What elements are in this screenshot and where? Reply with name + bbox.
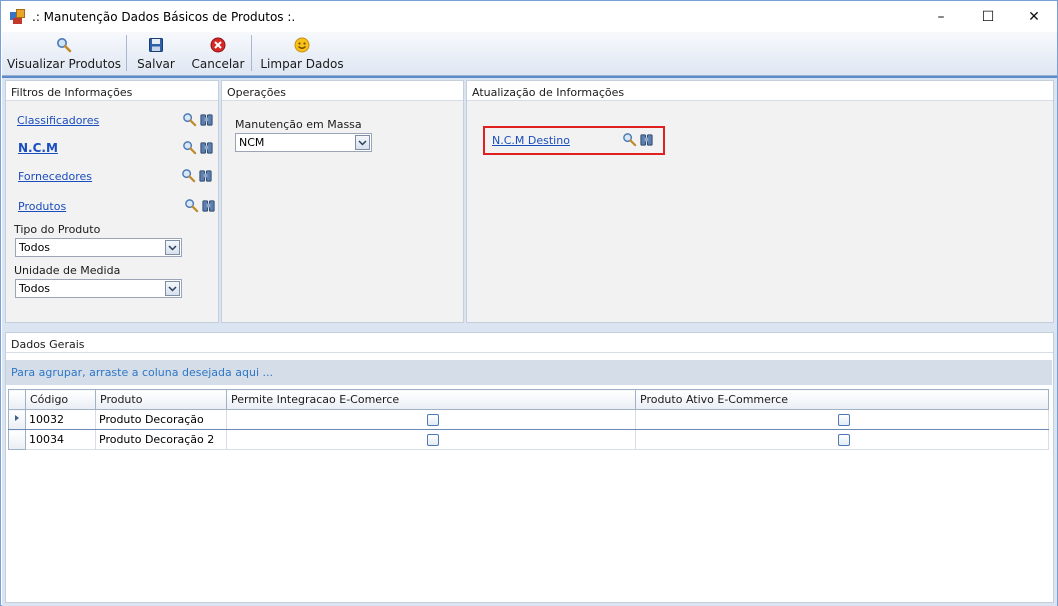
cell-codigo[interactable]: 10034 [25,429,96,450]
operations-panel: Operações Manutenção em Massa NCM [221,80,464,323]
app-icon [10,8,26,25]
unidade-medida-value: Todos [19,282,51,295]
classificadores-link[interactable]: Classificadores [17,114,99,127]
tipo-produto-value: Todos [19,241,51,254]
cancel-button[interactable]: Cancelar [185,32,251,76]
cancel-icon [210,37,226,53]
chevron-down-icon[interactable] [165,281,180,296]
cell-ativo[interactable] [635,409,1049,430]
operations-panel-body: Manutenção em Massa NCM [222,102,463,322]
unidade-medida-label: Unidade de Medida [14,264,121,277]
binoculars-icon[interactable] [198,168,213,186]
toolbar: Visualizar Produtos Salvar Cancelar Limp… [2,32,1057,76]
floppy-disk-icon [148,37,164,53]
tipo-produto-select[interactable]: Todos [15,238,182,257]
cell-integracao[interactable] [226,429,636,450]
clear-data-label: Limpar Dados [260,57,344,71]
view-products-button[interactable]: Visualizar Produtos [2,32,126,76]
cell-produto[interactable]: Produto Decoração [95,409,227,430]
close-button[interactable]: ✕ [1011,1,1057,32]
row-indicator[interactable] [8,429,26,450]
filters-panel-body: Classificadores N.C.M Fornecedores Produ… [6,102,218,322]
row-indicator-header [8,389,26,410]
search-icon[interactable] [181,168,196,186]
updates-panel: Atualização de Informações N.C.M Destino [466,80,1054,323]
integracao-checkbox[interactable] [426,413,439,426]
cell-integracao[interactable] [226,409,636,430]
fornecedores-actions [181,168,213,186]
integracao-checkbox[interactable] [426,433,439,446]
cell-ativo[interactable] [635,429,1049,450]
column-header-integracao[interactable]: Permite Integracao E-Comerce [226,389,636,410]
window-title: .: Manutenção Dados Básicos de Produtos … [32,9,296,24]
filters-panel: Filtros de Informações Classificadores N… [5,80,219,323]
unidade-medida-select[interactable]: Todos [15,279,182,298]
save-label: Salvar [137,57,175,71]
binoculars-icon[interactable] [639,132,654,150]
binoculars-icon[interactable] [201,198,216,216]
manutencao-massa-label: Manutenção em Massa [235,118,362,131]
table-row[interactable]: 10034 Produto Decoração 2 [8,429,1049,450]
search-icon[interactable] [182,112,197,130]
current-row-arrow-icon [15,415,19,421]
filters-panel-title: Filtros de Informações [6,81,218,101]
operations-panel-title: Operações [222,81,463,101]
ativo-checkbox[interactable] [837,413,850,426]
row-indicator[interactable] [8,409,26,430]
tipo-produto-label: Tipo do Produto [14,223,101,236]
ncm-actions [182,140,214,158]
updates-panel-body: N.C.M Destino [467,102,1053,322]
title-bar: .: Manutenção Dados Básicos de Produtos … [1,1,1057,32]
cancel-label: Cancelar [191,57,245,71]
view-products-label: Visualizar Produtos [6,57,122,71]
binoculars-icon[interactable] [199,140,214,158]
produtos-link[interactable]: Produtos [18,200,66,213]
updates-panel-title: Atualização de Informações [467,81,1053,101]
general-data-title: Dados Gerais [6,333,1053,353]
column-header-produto[interactable]: Produto [95,389,227,410]
smiley-icon [294,37,310,53]
manutencao-massa-value: NCM [239,136,265,149]
group-by-area[interactable]: Para agrupar, arraste a coluna desejada … [6,360,1052,385]
grid-header-row: Código Produto Permite Integracao E-Come… [8,389,1049,410]
column-header-codigo[interactable]: Código [25,389,96,410]
magnifier-icon [56,37,72,53]
ativo-checkbox[interactable] [837,433,850,446]
content-area: Filtros de Informações Classificadores N… [2,76,1057,606]
cell-codigo[interactable]: 10032 [25,409,96,430]
chevron-down-icon[interactable] [355,135,370,150]
produtos-actions [184,198,216,216]
ncm-link[interactable]: N.C.M [18,141,58,155]
maximize-button[interactable]: ☐ [965,1,1011,32]
cell-produto[interactable]: Produto Decoração 2 [95,429,227,450]
classificadores-actions [182,112,214,130]
column-header-ativo[interactable]: Produto Ativo E-Commerce [635,389,1049,410]
search-icon[interactable] [622,132,637,150]
fornecedores-link[interactable]: Fornecedores [18,170,92,183]
minimize-button[interactable]: – [918,1,964,32]
chevron-down-icon[interactable] [165,240,180,255]
main-window: .: Manutenção Dados Básicos de Produtos … [0,0,1058,606]
search-icon[interactable] [184,198,199,216]
binoculars-icon[interactable] [199,112,214,130]
ncm-destino-actions [622,132,654,150]
save-button[interactable]: Salvar [127,32,185,76]
products-grid: Código Produto Permite Integracao E-Come… [8,389,1049,450]
search-icon[interactable] [182,140,197,158]
manutencao-massa-select[interactable]: NCM [235,133,372,152]
clear-data-button[interactable]: Limpar Dados [252,32,352,76]
table-row[interactable]: 10032 Produto Decoração [8,409,1049,430]
ncm-destino-link[interactable]: N.C.M Destino [492,134,570,147]
